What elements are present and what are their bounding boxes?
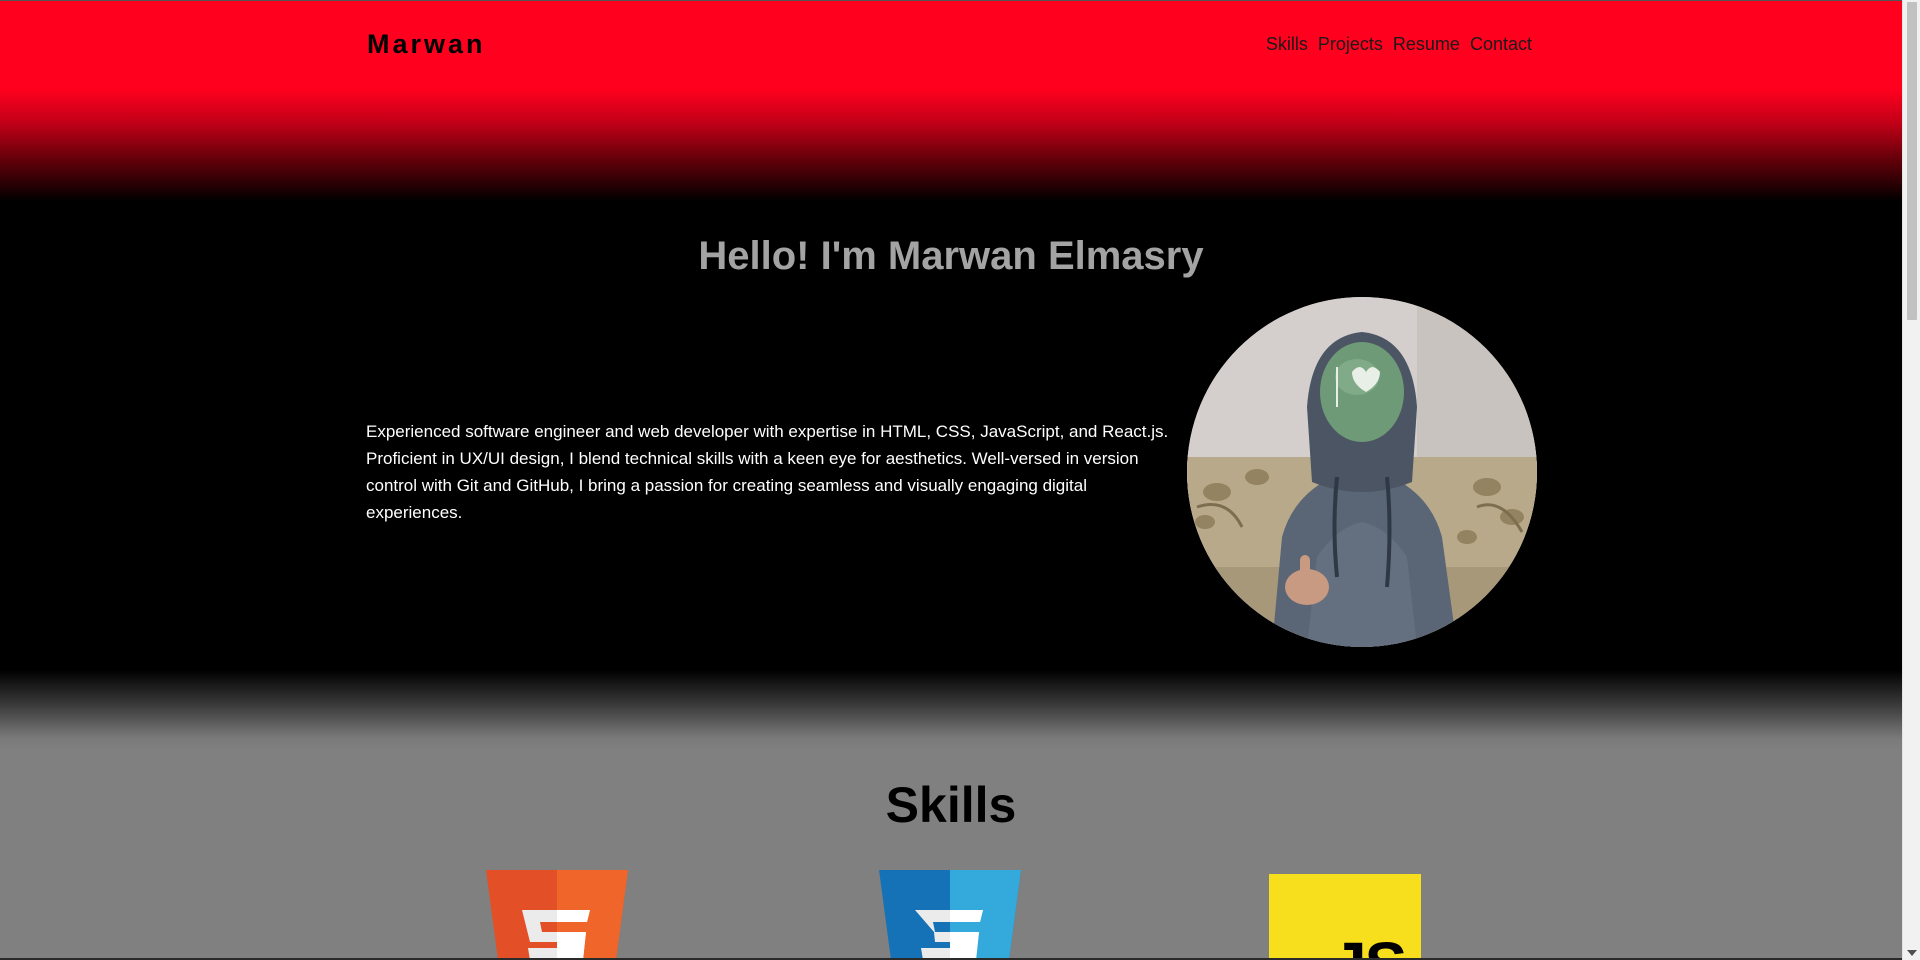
section-fade: [0, 670, 1902, 750]
nav-link-resume[interactable]: Resume: [1393, 34, 1460, 55]
html5-logo: [486, 870, 628, 960]
skills-title: Skills: [885, 777, 1017, 833]
about-text: Experienced software engineer and web de…: [366, 422, 1169, 522]
hero-title: Hello! I'm Marwan Elmasry: [698, 234, 1204, 278]
scroll-down-arrow-icon[interactable]: [1907, 950, 1917, 956]
scrollbar-thumb[interactable]: [1907, 2, 1917, 320]
nav-link-skills[interactable]: Skills: [1266, 34, 1308, 55]
nav-link-contact[interactable]: Contact: [1470, 34, 1532, 55]
profile-photo-image: [1187, 297, 1537, 647]
javascript-logo: JS: [1269, 874, 1421, 960]
profile-photo: [1187, 297, 1537, 647]
vertical-scrollbar[interactable]: [1902, 0, 1920, 960]
navbar: Marwan Skills Projects Resume Contact: [367, 29, 1532, 60]
nav-links: Skills Projects Resume Contact: [1266, 34, 1532, 55]
nav-link-projects[interactable]: Projects: [1318, 34, 1383, 55]
javascript-logo-text: JS: [1331, 928, 1407, 960]
page: Marwan Skills Projects Resume Contact He…: [0, 0, 1902, 960]
brand-logo[interactable]: Marwan: [367, 29, 486, 60]
css3-logo: [879, 870, 1021, 960]
